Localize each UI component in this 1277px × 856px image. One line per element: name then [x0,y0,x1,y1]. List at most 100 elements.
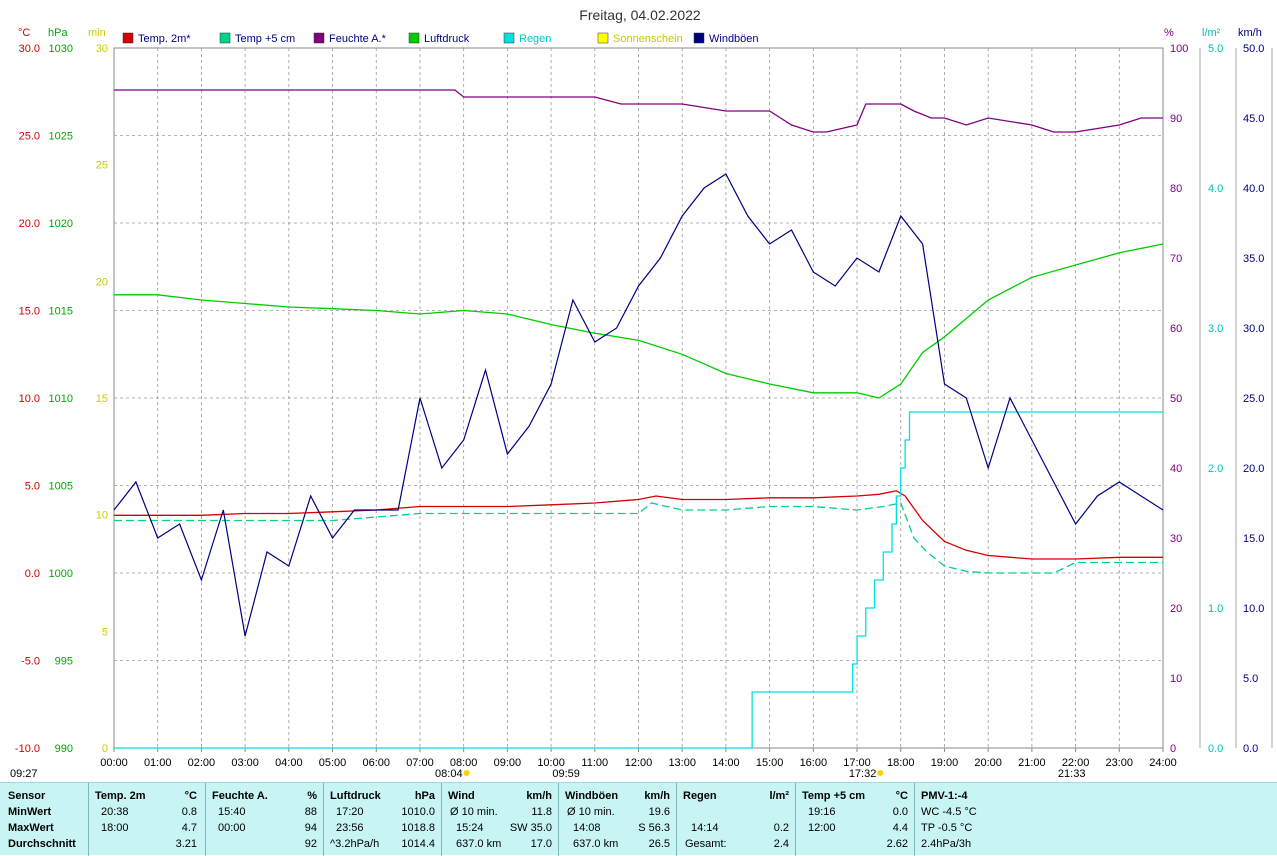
wind-tick-label: 40.0 [1243,183,1264,195]
humidity-tick-label: 20 [1170,603,1182,615]
wind-tick-label: 45.0 [1243,113,1264,125]
wind-tick-label: 10.0 [1243,603,1264,615]
stats-rain-total: 2.4 [773,838,789,850]
sun-tick-label: 0 [102,743,108,755]
plot-area [113,47,1164,749]
stats-humidity-avg: 92 [304,838,317,850]
time-tick-label: 14:00 [712,757,740,769]
stats-pressure-max: 1018.8 [401,822,435,834]
stats-wind-distance: 637.0 km [456,838,502,850]
sun-tick-label: 15 [96,393,108,405]
stats-temp2m-column: Temp. 2m °C 20:38 0.8 18:00 4.7 3.21 [88,783,205,856]
temp-tick-label: -10.0 [15,743,40,755]
stats-wind-max-time: 15:24 [456,822,484,834]
stats-wind-unit: km/h [526,790,552,802]
stats-pressure-trend: ^3.2hPa/h [330,838,380,850]
humidity-tick-label: 50 [1170,393,1182,405]
stats-pressure-title: Luftdruck [330,790,381,802]
stats-temp5-max-time: 12:00 [808,822,836,834]
wind-tick-label: 0.0 [1243,743,1258,755]
legend-swatch [693,32,705,44]
moon-event-label: 21:33 [1058,768,1086,780]
stats-pressure-min: 1010.0 [401,806,435,818]
pressure-unit: hPa [48,27,68,39]
legend: Temp. 2m* Temp +5 cm Feuchte A.* Luftdruck R… [122,32,759,45]
sun-tick-label: 5 [102,626,108,638]
time-tick-label: 20:00 [974,757,1002,769]
stats-temp2m-unit: °C [184,790,197,802]
stats-gusts-avg-label: Ø 10 min. [567,806,615,818]
moon-event-label: 09:27 [10,768,38,780]
rain-tick-label: 0.0 [1208,743,1223,755]
wind-tick-label: 15.0 [1243,533,1264,545]
stats-temp5-unit: °C [895,790,908,802]
time-tick-label: 16:00 [800,757,828,769]
stats-humidity-max: 94 [304,822,317,834]
humidity-tick-label: 60 [1170,323,1182,335]
chart-title: Freitag, 04.02.2022 [579,7,701,23]
sunset-icon [877,770,884,776]
stats-rain-column: Regen l/m² 14:14 0.2 Gesamt: 2.4 [676,783,795,856]
stats-rain-max: 0.2 [773,822,789,834]
legend-label: Regen [519,33,551,45]
stats-humidity-column: Feuchte A.% 15:40 88 00:00 94 92 [205,783,323,856]
pressure-tick-label: 1015 [49,306,73,318]
wind-tick-label: 5.0 [1243,673,1258,685]
humidity-tick-label: 70 [1170,253,1182,265]
humidity-unit: % [1164,27,1174,39]
stats-humidity-min: 88 [304,806,317,818]
stats-temp5-min-time: 19:16 [808,806,836,818]
rain-tick-label: 5.0 [1208,43,1223,55]
sun-tick-label: 30 [96,43,108,55]
stats-pressure-unit: hPa [414,790,435,802]
statistics-panel: Sensor MinWert MaxWert Durchschnitt Temp… [0,782,1277,856]
time-tick-label: 09:00 [494,757,522,769]
weather-chart: Freitag, 04.02.2022 Temp. 2m* Temp +5 cm F… [10,7,1273,780]
humidity-tick-label: 40 [1170,463,1182,475]
time-tick-label: 07:00 [406,757,434,769]
pressure-tick-label: 1005 [49,481,73,493]
stats-gusts-distance: 637.0 km [573,838,619,850]
stats-humidity-title: Feuchte A. [212,790,268,802]
time-tick-label: 05:00 [319,757,347,769]
stats-row-max: MaxWert [8,822,54,834]
humidity-tick-label: 10 [1170,673,1182,685]
stats-pressure-max-time: 23:56 [336,822,364,834]
time-tick-label: 12:00 [625,757,653,769]
time-tick-label: 19:00 [931,757,959,769]
stats-pmv-pressure-trend: 2.4hPa/3h [921,838,972,850]
stats-gusts-avg: 19.6 [648,806,670,818]
time-tick-label: 04:00 [275,757,303,769]
stats-temp2m-max: 4.7 [181,822,197,834]
legend-swatch [503,32,515,44]
stats-gusts-max-time: 14:08 [573,822,601,834]
humidity-tick-label: 30 [1170,533,1182,545]
humidity-tick-label: 0 [1170,743,1176,755]
temp-tick-label: 0.0 [25,568,40,580]
stats-wind-column: Wind km/h Ø 10 min. 11.8 15:24 SW 35.0 637.… [441,783,558,856]
pressure-tick-label: 995 [55,656,73,668]
stats-wind-avg: 11.8 [531,806,552,818]
legend-label: Temp. 2m* [138,33,191,45]
time-tick-label: 06:00 [362,757,390,769]
wind-tick-label: 25.0 [1243,393,1264,405]
stats-temp5-column: Temp +5 cm °C 19:16 0.0 12:00 4.4 2.62 [795,783,914,856]
stats-humidity-min-time: 15:40 [218,806,246,818]
sun-unit: min [88,27,106,39]
stats-temp2m-min: 0.8 [181,806,197,818]
stats-row-min: MinWert [8,806,52,818]
time-tick-label: 18:00 [887,757,915,769]
stats-row-avg: Durchschnitt [8,838,76,850]
temp-tick-label: 20.0 [19,218,40,230]
pressure-tick-label: 1025 [49,131,73,143]
temp-tick-label: 15.0 [19,306,40,318]
pressure-tick-label: 1010 [49,393,73,405]
sun-tick-label: 20 [96,276,108,288]
temp-tick-label: 30.0 [19,43,40,55]
stats-temp2m-max-time: 18:00 [101,822,129,834]
stats-humidity-max-time: 00:00 [218,822,246,834]
time-tick-label: 21:00 [1018,757,1046,769]
rain-tick-label: 2.0 [1208,463,1223,475]
stats-pressure-avg: 1014.4 [401,838,435,850]
legend-label: Temp +5 cm [235,33,295,45]
